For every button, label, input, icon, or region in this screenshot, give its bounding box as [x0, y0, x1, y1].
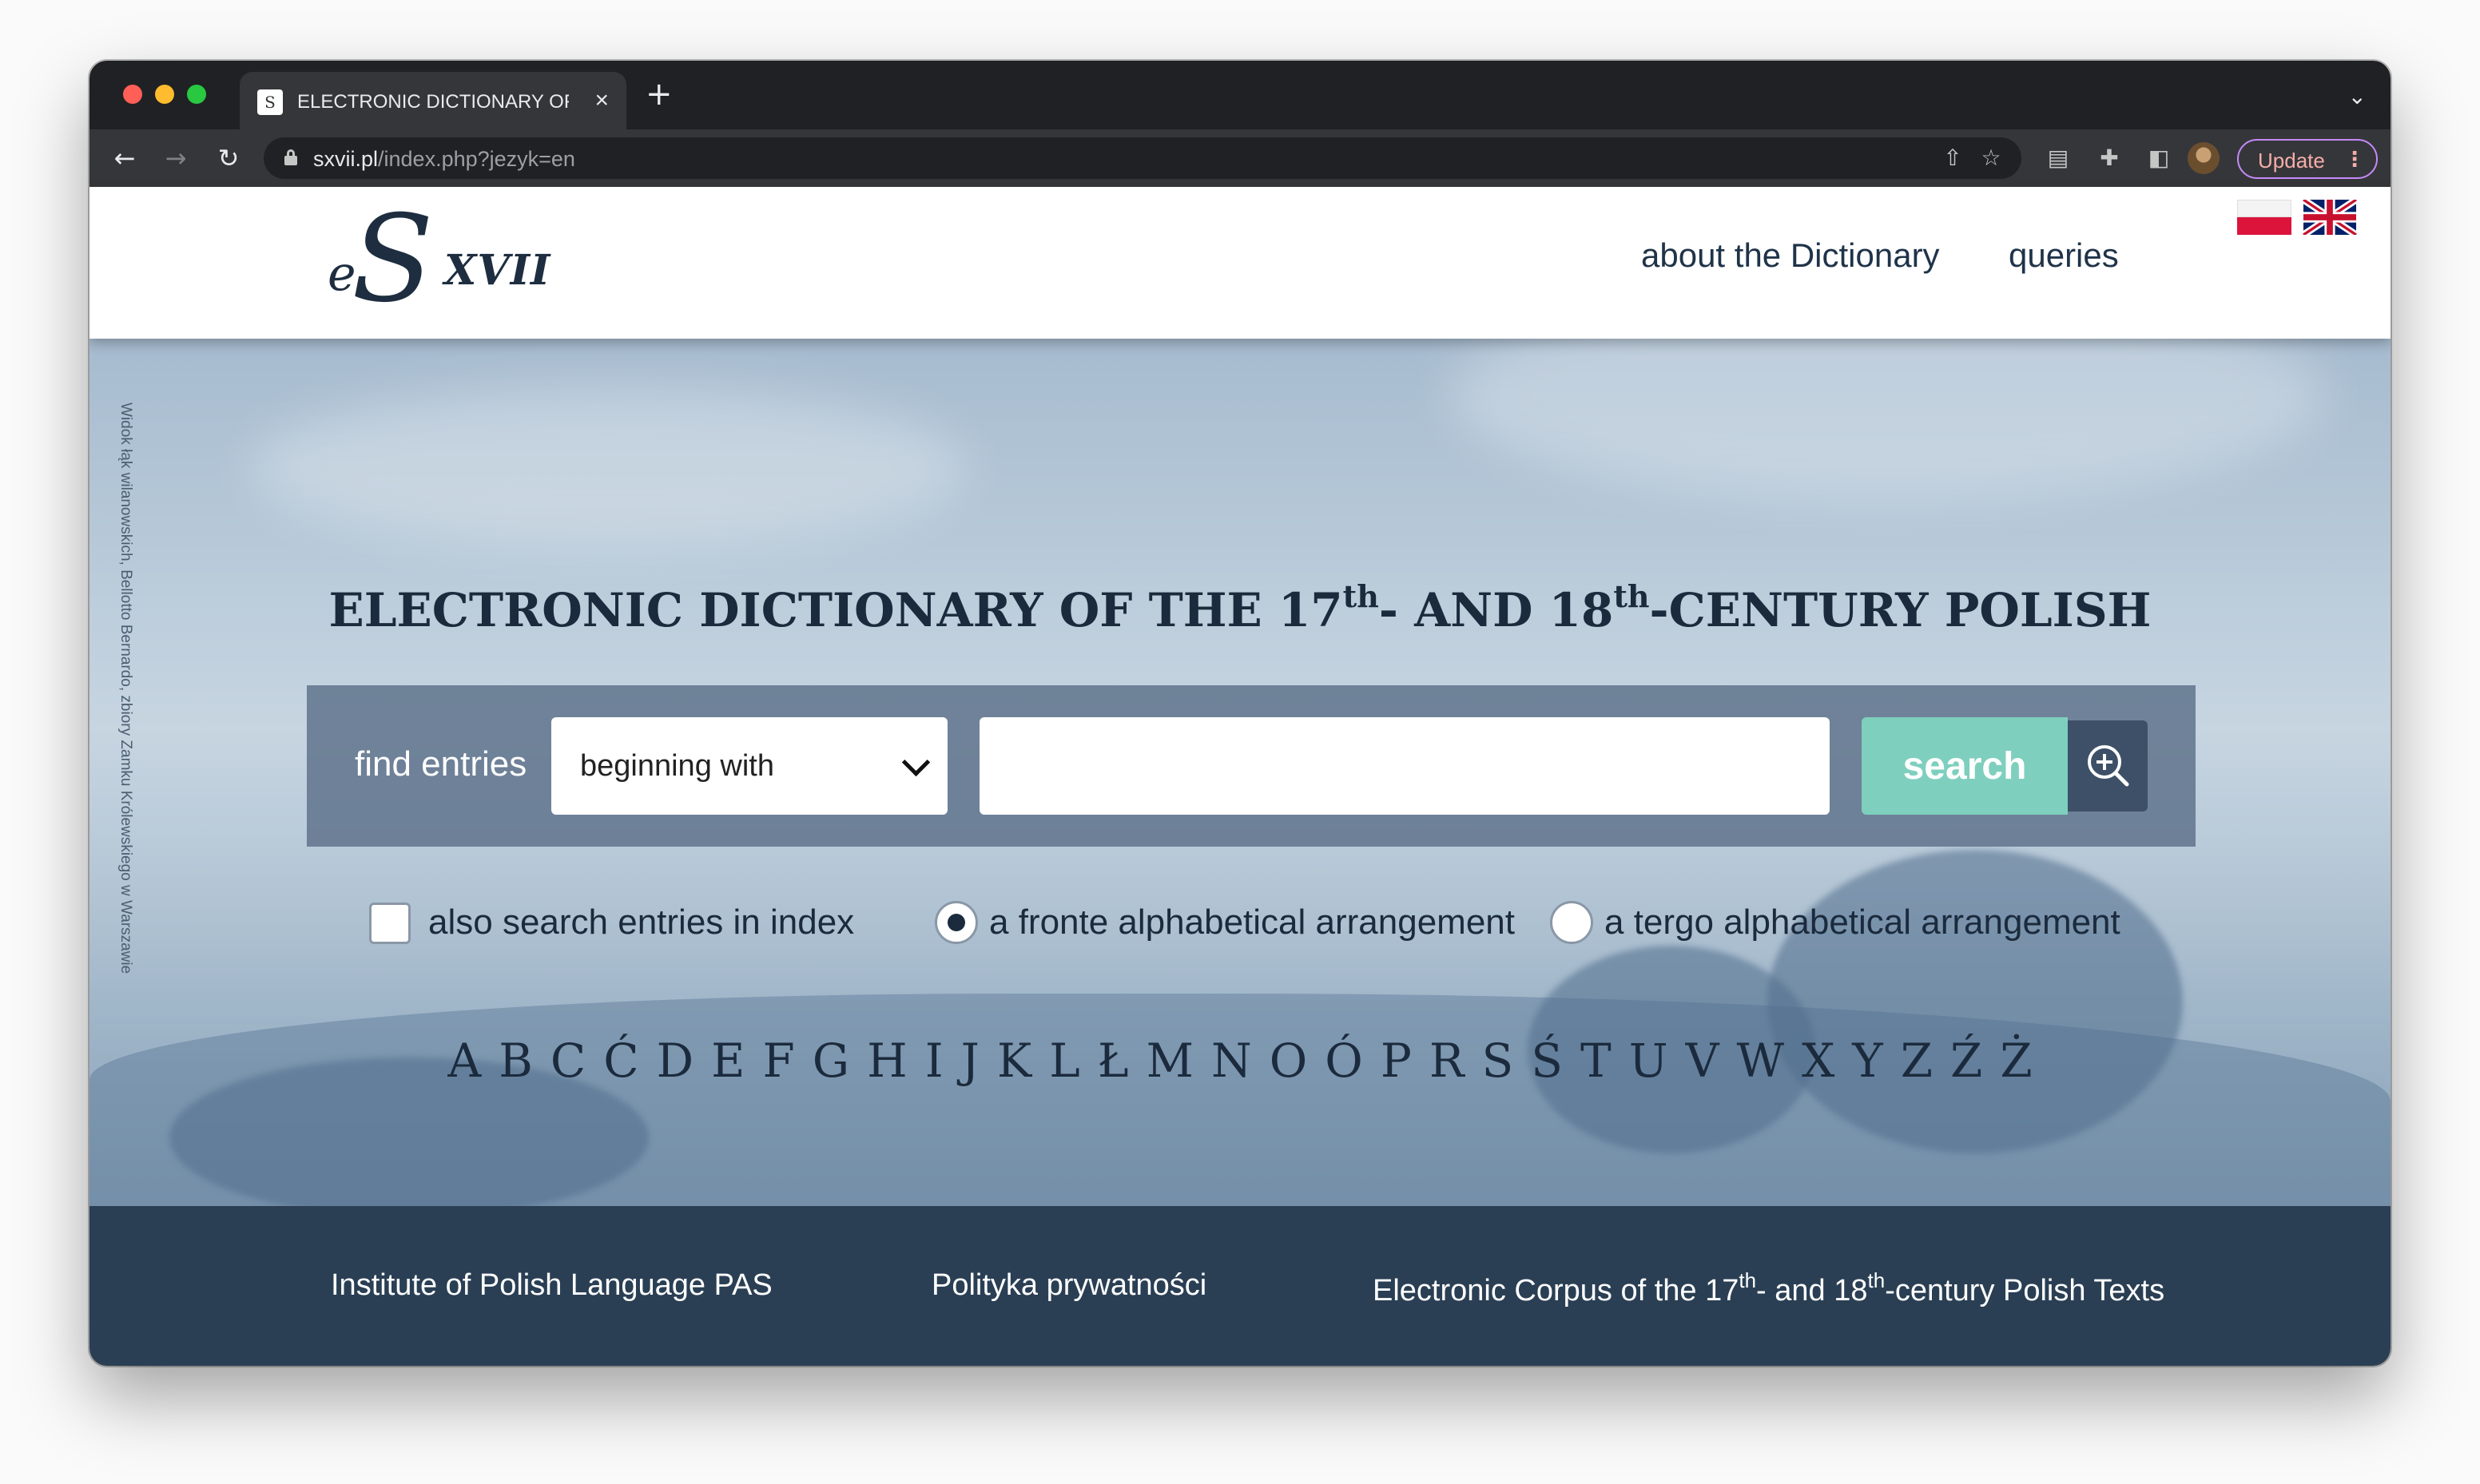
a-tergo-radio[interactable] — [1550, 901, 1593, 944]
search-mode-select[interactable]: beginning with — [551, 717, 948, 815]
alphabet-letter-link[interactable]: Ó — [1325, 1034, 1363, 1088]
browser-window: S ELECTRONIC DICTIONARY OF × + ⌄ ← → ↻ s… — [89, 61, 2391, 1366]
alphabet-letter-link[interactable]: V — [1686, 1034, 1719, 1088]
alphabet-letter-link[interactable]: X — [1802, 1034, 1834, 1088]
site-footer: Institute of Polish Language PAS Polityk… — [89, 1206, 2391, 1366]
hero-section: Widok łąk wilanowskich, Bellotto Bernard… — [89, 339, 2391, 1206]
lock-icon[interactable] — [284, 149, 297, 165]
alphabet-index: ABCĆDEFGHIJKLŁMNOÓPRSŚTUVWXYZŹŻ — [89, 1034, 2391, 1088]
close-window-button[interactable] — [123, 85, 142, 104]
browser-toolbar: ← → ↻ sxvii.pl/index.php?jezyk=en ⇧ ☆ ▤ … — [89, 129, 2391, 187]
browser-tab-active[interactable]: S ELECTRONIC DICTIONARY OF × — [240, 72, 626, 129]
alphabet-letter-link[interactable]: O — [1270, 1034, 1308, 1088]
alphabet-letter-link[interactable]: Z — [1901, 1034, 1933, 1088]
extensions-puzzle-icon[interactable]: ✚ — [2092, 141, 2127, 176]
tab-search-chevron-icon[interactable]: ⌄ — [2348, 83, 2367, 109]
alphabet-letter-link[interactable]: M — [1147, 1034, 1194, 1088]
advanced-search-button[interactable] — [2068, 720, 2148, 811]
alphabet-letter-link[interactable]: Ć — [603, 1034, 638, 1088]
search-panel: find entries beginning with search — [307, 685, 2196, 847]
alphabet-letter-link[interactable]: C — [550, 1034, 586, 1088]
index-checkbox[interactable] — [369, 903, 411, 944]
alphabet-letter-link[interactable]: I — [925, 1034, 944, 1088]
page-title: ELECTRONIC DICTIONARY OF THE 17th- AND 1… — [328, 578, 2152, 637]
more-menu-icon[interactable]: ⋮ — [2344, 147, 2365, 172]
alphabet-letter-link[interactable]: N — [1211, 1034, 1252, 1088]
search-button[interactable]: search — [1862, 717, 2068, 815]
maximize-window-button[interactable] — [187, 85, 206, 104]
alphabet-letter-link[interactable]: U — [1629, 1034, 1668, 1088]
new-tab-button[interactable]: + — [646, 78, 673, 110]
bookmark-star-icon[interactable]: ☆ — [1977, 144, 2005, 173]
nav-queries-link[interactable]: queries — [2009, 236, 2119, 275]
alphabet-letter-link[interactable]: Ś — [1531, 1034, 1563, 1088]
footer-ijp-link[interactable]: Institute of Polish Language PAS — [331, 1268, 773, 1303]
uk-flag-icon[interactable] — [2303, 200, 2357, 235]
site-header: S e XVII about the Dictionary queries — [89, 187, 2391, 339]
alphabet-letter-link[interactable]: H — [867, 1034, 908, 1088]
zoom-in-icon — [2088, 745, 2129, 787]
alphabet-letter-link[interactable]: A — [447, 1034, 481, 1088]
chevron-down-icon — [903, 752, 927, 776]
alphabet-letter-link[interactable]: F — [763, 1034, 795, 1088]
reading-list-icon[interactable]: ▤ — [2041, 141, 2076, 176]
a-tergo-label[interactable]: a tergo alphabetical arrangement — [1604, 903, 2120, 942]
nav-about-link[interactable]: about the Dictionary — [1641, 236, 1940, 275]
back-arrow-icon[interactable]: ← — [107, 141, 142, 176]
alphabet-letter-link[interactable]: Ź — [1950, 1034, 1982, 1088]
web-page: S e XVII about the Dictionary queries Wi… — [89, 187, 2391, 1366]
alphabet-letter-link[interactable]: J — [961, 1034, 980, 1088]
site-logo[interactable]: S e XVII — [328, 200, 551, 319]
background-cloud — [1448, 339, 2327, 498]
alphabet-letter-link[interactable]: R — [1429, 1034, 1465, 1088]
site-favicon-icon: S — [257, 89, 283, 115]
alphabet-letter-link[interactable]: Ż — [2000, 1034, 2032, 1088]
a-fronte-radio[interactable] — [935, 901, 978, 944]
forward-arrow-icon[interactable]: → — [158, 141, 193, 176]
profile-avatar[interactable] — [2188, 142, 2220, 174]
minimize-window-button[interactable] — [155, 85, 174, 104]
alphabet-letter-link[interactable]: Y — [1852, 1034, 1882, 1088]
alphabet-letter-link[interactable]: W — [1736, 1034, 1784, 1088]
address-bar[interactable]: sxvii.pl/index.php?jezyk=en ⇧ ☆ — [264, 137, 2021, 179]
search-input[interactable] — [980, 717, 1830, 815]
tab-strip: S ELECTRONIC DICTIONARY OF × + ⌄ — [89, 61, 2391, 129]
a-fronte-label[interactable]: a fronte alphabetical arrangement — [989, 903, 1515, 942]
alphabet-letter-link[interactable]: S — [1482, 1034, 1514, 1088]
index-checkbox-label[interactable]: also search entries in index — [428, 903, 854, 942]
alphabet-letter-link[interactable]: Ł — [1098, 1034, 1129, 1088]
update-button[interactable]: Update ⋮ — [2237, 139, 2378, 179]
alphabet-letter-link[interactable]: D — [657, 1034, 694, 1088]
alphabet-letter-link[interactable]: B — [499, 1034, 533, 1088]
reload-icon[interactable]: ↻ — [211, 141, 246, 176]
alphabet-letter-link[interactable]: T — [1580, 1034, 1612, 1088]
footer-privacy-link[interactable]: Polityka prywatności — [932, 1268, 1206, 1303]
find-entries-label: find entries — [355, 744, 527, 784]
search-options: also search entries in index a fronte al… — [89, 895, 2391, 950]
polish-flag-icon[interactable] — [2237, 200, 2291, 235]
footer-corpus-link[interactable]: Electronic Corpus of the 17th- and 18th-… — [1373, 1268, 2164, 1308]
alphabet-letter-link[interactable]: L — [1049, 1034, 1080, 1088]
tab-close-icon[interactable]: × — [594, 86, 609, 115]
url-text: sxvii.pl/index.php?jezyk=en — [313, 147, 575, 171]
tab-title: ELECTRONIC DICTIONARY OF — [297, 91, 569, 113]
share-icon[interactable]: ⇧ — [1938, 144, 1967, 173]
side-panel-icon[interactable]: ◧ — [2141, 141, 2176, 176]
alphabet-letter-link[interactable]: K — [997, 1034, 1031, 1088]
alphabet-letter-link[interactable]: P — [1381, 1034, 1412, 1088]
background-cloud — [249, 387, 968, 546]
alphabet-letter-link[interactable]: G — [813, 1034, 849, 1088]
alphabet-letter-link[interactable]: E — [711, 1034, 745, 1088]
